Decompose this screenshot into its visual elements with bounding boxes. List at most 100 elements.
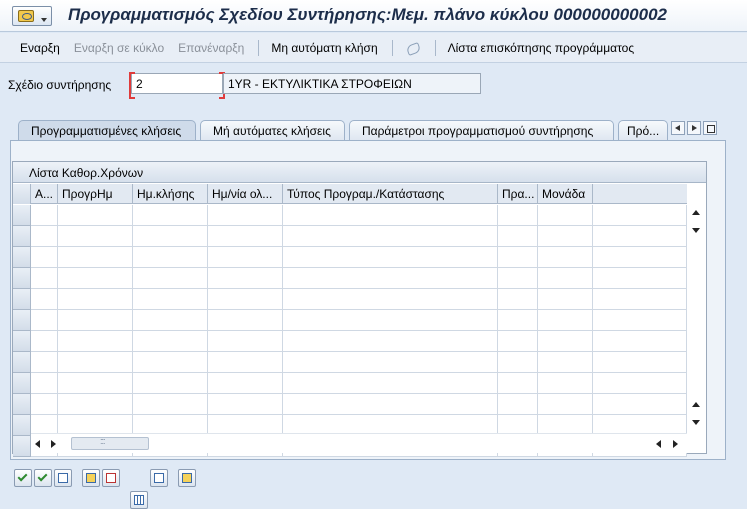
vertical-scrollbar[interactable] [687, 184, 706, 434]
layout-grid-icon[interactable] [130, 491, 148, 509]
table-cell[interactable] [208, 310, 283, 331]
table-cell[interactable] [208, 226, 283, 247]
manual-call-button[interactable]: Μη αυτόματη κλήση [271, 41, 377, 55]
table-cell[interactable] [498, 247, 538, 268]
table-cell[interactable] [58, 226, 133, 247]
tab-list-icon[interactable] [703, 121, 717, 135]
table-cell[interactable] [208, 247, 283, 268]
table-cell[interactable] [58, 247, 133, 268]
table-cell[interactable] [133, 331, 208, 352]
table-cell[interactable] [58, 331, 133, 352]
table-cell[interactable] [133, 352, 208, 373]
column-header[interactable]: Ημ/νία ολ... [208, 184, 283, 204]
row-selector[interactable] [13, 247, 31, 268]
table-cell[interactable] [538, 373, 593, 394]
tab-scheduled-calls[interactable]: Προγραμματισμένες κλήσεις [18, 120, 196, 141]
table-cell[interactable] [133, 205, 208, 226]
table-cell[interactable] [31, 205, 58, 226]
table-cell[interactable] [538, 310, 593, 331]
row-selector[interactable] [13, 373, 31, 394]
row-selector[interactable] [13, 289, 31, 310]
table-cell[interactable] [593, 289, 687, 310]
system-menu-button[interactable] [12, 6, 52, 26]
table-cell[interactable] [58, 205, 133, 226]
column-header[interactable]: Ημ.κλήσης [133, 184, 208, 204]
table-cell[interactable] [133, 373, 208, 394]
table-cell[interactable] [31, 226, 58, 247]
table-cell[interactable] [283, 226, 498, 247]
column-header[interactable]: Α... [31, 184, 58, 204]
horizontal-scroll-thumb[interactable] [71, 436, 149, 450]
tab-scroll-left-icon[interactable] [671, 121, 685, 135]
table-cell[interactable] [593, 310, 687, 331]
start-button[interactable]: Εναρξη [20, 41, 60, 55]
table-cell[interactable] [283, 247, 498, 268]
tab-manual-calls[interactable]: Μή αυτόματες κλήσεις [200, 120, 345, 140]
table-cell[interactable] [208, 373, 283, 394]
select-all-cell[interactable] [13, 184, 31, 204]
table-cell[interactable] [498, 373, 538, 394]
table-cell[interactable] [538, 352, 593, 373]
table-cell[interactable] [208, 331, 283, 352]
table-cell[interactable] [498, 310, 538, 331]
start-in-cycle-button[interactable]: Εναρξη σε κύκλο [74, 41, 164, 55]
table-cell[interactable] [283, 373, 498, 394]
table-cell[interactable] [58, 310, 133, 331]
row-selector[interactable] [13, 352, 31, 373]
confirm-call-icon[interactable] [34, 469, 52, 487]
table-cell[interactable] [133, 226, 208, 247]
refresh-icon[interactable] [82, 469, 100, 487]
table-cell[interactable] [31, 352, 58, 373]
table-cell[interactable] [593, 352, 687, 373]
table-cell[interactable] [133, 247, 208, 268]
tab-scroll-right-icon[interactable] [687, 121, 701, 135]
release-call-icon[interactable] [14, 469, 32, 487]
table-cell[interactable] [58, 352, 133, 373]
table-cell[interactable] [208, 394, 283, 415]
table-cell[interactable] [31, 268, 58, 289]
table-cell[interactable] [208, 268, 283, 289]
table-cell[interactable] [31, 373, 58, 394]
table-cell[interactable] [593, 247, 687, 268]
column-header[interactable]: Τύπος Προγραμ./Κατάστασης [283, 184, 498, 204]
table-cell[interactable] [208, 352, 283, 373]
order-document-icon[interactable] [54, 469, 72, 487]
table-cell[interactable] [283, 394, 498, 415]
table-cell[interactable] [31, 394, 58, 415]
schedule-overview-button[interactable]: Λίστα επισκόπησης προγράμματος [448, 41, 634, 55]
table-cell[interactable] [498, 268, 538, 289]
scroll-up-icon[interactable] [692, 402, 700, 407]
table-cell[interactable] [498, 394, 538, 415]
table-cell[interactable] [283, 331, 498, 352]
table-cell[interactable] [538, 226, 593, 247]
table-cell[interactable] [133, 268, 208, 289]
scroll-left-icon[interactable] [656, 440, 661, 448]
cycle-link-icon[interactable] [150, 469, 168, 487]
table-cell[interactable] [283, 268, 498, 289]
table-cell[interactable] [498, 289, 538, 310]
table-cell[interactable] [498, 205, 538, 226]
table-cell[interactable] [133, 289, 208, 310]
status-flag-icon[interactable] [178, 469, 196, 487]
row-selector[interactable] [13, 436, 31, 457]
column-header[interactable]: Μονάδα [538, 184, 593, 204]
table-cell[interactable] [538, 289, 593, 310]
column-header[interactable]: ΠρογρΗμ [58, 184, 133, 204]
table-cell[interactable] [31, 247, 58, 268]
table-cell[interactable] [593, 205, 687, 226]
table-cell[interactable] [538, 331, 593, 352]
scroll-right-icon[interactable] [51, 440, 56, 448]
tab-more[interactable]: Πρό... [618, 120, 668, 140]
table-cell[interactable] [593, 268, 687, 289]
table-cell[interactable] [538, 394, 593, 415]
scroll-down-icon[interactable] [692, 228, 700, 233]
restart-button[interactable]: Επανέναρξη [178, 41, 244, 55]
table-cell[interactable] [498, 331, 538, 352]
table-cell[interactable] [58, 394, 133, 415]
table-cell[interactable] [593, 226, 687, 247]
table-cell[interactable] [283, 205, 498, 226]
horizontal-scrollbar[interactable] [31, 433, 687, 453]
table-cell[interactable] [58, 268, 133, 289]
table-cell[interactable] [31, 331, 58, 352]
table-cell[interactable] [593, 394, 687, 415]
